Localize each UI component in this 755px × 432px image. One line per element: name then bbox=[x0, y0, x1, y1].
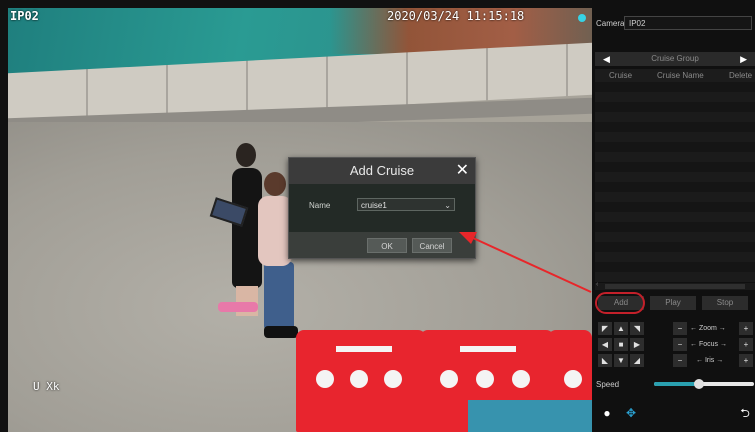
iris-close-icon[interactable]: − bbox=[673, 354, 687, 367]
stop-button[interactable]: Stop bbox=[702, 296, 748, 310]
horizontal-scrollbar[interactable]: ‹ bbox=[595, 281, 755, 290]
ptz-up-icon[interactable]: ▲ bbox=[614, 322, 628, 335]
ptz-move-icon[interactable]: ✥ bbox=[622, 404, 640, 422]
dialog-title: Add Cruise bbox=[289, 158, 475, 184]
table-row bbox=[595, 242, 755, 252]
iris-label: ← Iris → bbox=[696, 357, 724, 364]
table-row bbox=[595, 142, 755, 152]
person-2-body bbox=[258, 196, 292, 266]
table-row bbox=[595, 182, 755, 192]
osd-camera-name: IP02 bbox=[10, 9, 39, 23]
table-row bbox=[595, 92, 755, 102]
person-2-head bbox=[264, 172, 286, 196]
camera-view[interactable]: IP02 2020/03/24 11:15:18 U Xk Add Cruise… bbox=[0, 0, 592, 432]
scroll-left-icon[interactable]: ‹ bbox=[596, 281, 598, 288]
ptz-up-right-icon[interactable]: ◥ bbox=[630, 322, 644, 335]
arrow-left-icon[interactable]: ◀ bbox=[603, 52, 610, 66]
person-1-shoes bbox=[218, 302, 258, 312]
add-cruise-dialog: Add Cruise ✕ Name cruise1 ⌄ OK Cancel bbox=[288, 157, 476, 259]
view-border-top bbox=[0, 0, 592, 8]
cruise-group-label: Cruise Group bbox=[651, 54, 699, 63]
zoom-label: ← Zoom → bbox=[690, 325, 726, 332]
focus-out-icon[interactable]: − bbox=[673, 338, 687, 351]
table-row bbox=[595, 122, 755, 132]
ptz-right-icon[interactable]: ▶ bbox=[630, 338, 644, 351]
ptz-down-left-icon[interactable]: ◣ bbox=[598, 354, 612, 367]
cruise-name-value: cruise1 bbox=[361, 201, 387, 210]
ptz-left-icon[interactable]: ◀ bbox=[598, 338, 612, 351]
record-icon[interactable]: ● bbox=[598, 404, 616, 422]
camera-select[interactable]: IP02 bbox=[624, 16, 752, 30]
add-button-highlight bbox=[595, 292, 645, 314]
ptz-up-left-icon[interactable]: ◤ bbox=[598, 322, 612, 335]
table-row bbox=[595, 172, 755, 182]
play-button[interactable]: Play bbox=[650, 296, 696, 310]
table-row bbox=[595, 162, 755, 172]
cruise-name-select[interactable]: cruise1 ⌄ bbox=[357, 198, 455, 211]
table-row bbox=[595, 82, 755, 92]
chevron-down-icon: ⌄ bbox=[444, 201, 451, 210]
table-row bbox=[595, 112, 755, 122]
cruise-panel: Camera IP02 ◀ Cruise Group ▶ Cruise Crui… bbox=[592, 0, 755, 432]
cruise-table-body bbox=[595, 82, 755, 282]
table-row bbox=[595, 212, 755, 222]
focus-label: ← Focus → bbox=[690, 341, 727, 348]
osd-bottom-text: U Xk bbox=[33, 380, 60, 393]
ptz-down-icon[interactable]: ▼ bbox=[614, 354, 628, 367]
osd-timestamp: 2020/03/24 11:15:18 bbox=[387, 9, 525, 23]
person-2-legs bbox=[264, 262, 294, 330]
table-row bbox=[595, 202, 755, 212]
close-icon[interactable]: ✕ bbox=[456, 161, 469, 181]
person-1-head bbox=[236, 143, 256, 167]
camera-label: Camera bbox=[596, 19, 625, 28]
column-cruise: Cruise bbox=[609, 71, 633, 80]
view-border-left bbox=[0, 0, 8, 432]
table-row bbox=[595, 232, 755, 242]
table-row bbox=[595, 102, 755, 112]
table-row bbox=[595, 132, 755, 142]
scrollbar-thumb[interactable] bbox=[605, 284, 745, 289]
speed-slider-knob[interactable] bbox=[694, 379, 704, 389]
column-delete: Delete bbox=[729, 71, 753, 80]
cancel-button[interactable]: Cancel bbox=[412, 238, 452, 253]
ok-button[interactable]: OK bbox=[367, 238, 407, 253]
annotation-arrow bbox=[459, 232, 592, 293]
zoom-out-icon[interactable]: − bbox=[673, 322, 687, 335]
speed-slider[interactable] bbox=[654, 379, 754, 389]
cruise-table-header: Cruise Cruise Name Delete bbox=[595, 69, 755, 82]
table-row bbox=[595, 252, 755, 262]
table-row bbox=[595, 222, 755, 232]
table-row bbox=[595, 262, 755, 272]
arrow-right-icon[interactable]: ▶ bbox=[740, 52, 747, 66]
ptz-down-right-icon[interactable]: ◢ bbox=[630, 354, 644, 367]
person-2-shoes bbox=[264, 326, 298, 338]
speed-label: Speed bbox=[596, 380, 620, 389]
back-icon[interactable]: ⮌ bbox=[736, 404, 754, 422]
blue-sheet bbox=[468, 400, 592, 432]
column-cruise-name: Cruise Name bbox=[657, 71, 704, 80]
record-icon bbox=[578, 14, 586, 22]
iris-open-icon[interactable]: + bbox=[739, 354, 753, 367]
table-row bbox=[595, 192, 755, 202]
ptz-stop-icon[interactable]: ■ bbox=[614, 338, 628, 351]
zoom-in-icon[interactable]: + bbox=[739, 322, 753, 335]
speed-slider-fill bbox=[654, 382, 699, 386]
traffic-barrier bbox=[296, 330, 426, 432]
table-row bbox=[595, 272, 755, 282]
focus-in-icon[interactable]: + bbox=[739, 338, 753, 351]
name-label: Name bbox=[309, 201, 331, 210]
table-row bbox=[595, 152, 755, 162]
cruise-group-bar: ◀ Cruise Group ▶ bbox=[595, 52, 755, 66]
